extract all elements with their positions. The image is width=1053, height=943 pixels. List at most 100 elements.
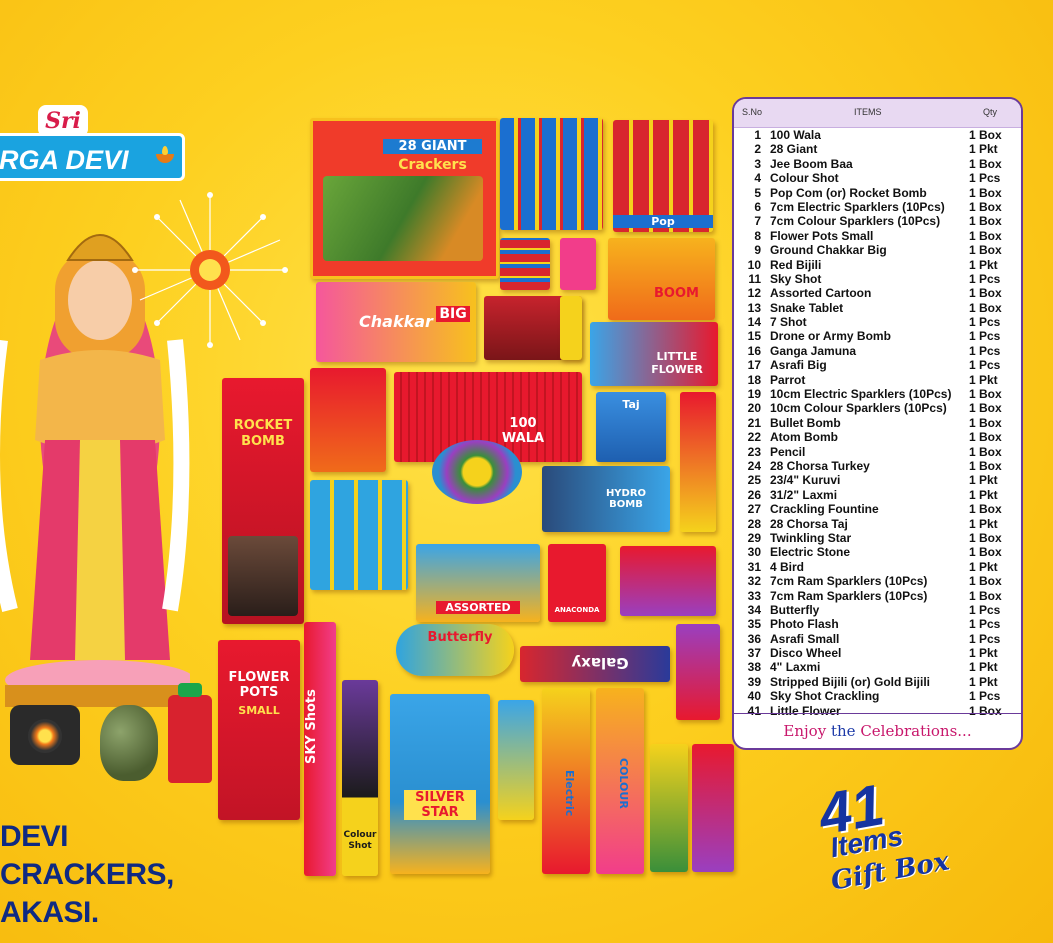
sky-shots-label: SKY Shots (304, 689, 319, 765)
fountain-box (676, 624, 720, 720)
row-item: Crackling Fountine (770, 502, 879, 517)
table-row: 10 Red Bijili 1 Pkt (734, 258, 1021, 272)
row-item: Disco Wheel (770, 646, 842, 661)
brand-badge: Sri RGA DEVI (0, 105, 190, 183)
row-number: 18 (747, 372, 761, 387)
diya-lamp-icon (156, 146, 174, 163)
table-row: 34 Butterfly 1 Pcs (734, 603, 1021, 617)
row-qty: 1 Box (969, 401, 1002, 416)
row-item: Ground Chakkar Big (770, 243, 887, 258)
table-row: 7 7cm Colour Sparklers (10Pcs) 1 Box (734, 214, 1021, 228)
row-qty: 1 Box (969, 574, 1002, 589)
row-item: Asrafi Small (770, 631, 840, 646)
row-qty: 1 Box (969, 444, 1002, 459)
table-row: 26 31/2" Laxmi 1 Pkt (734, 488, 1021, 502)
row-qty: 1 Box (969, 530, 1002, 545)
table-footer: Enjoy the Celebrations... (734, 713, 1021, 748)
row-item: Stripped Bijili (or) Gold Bijili (770, 674, 930, 689)
row-number: 40 (747, 689, 761, 704)
table-row: 21 Bullet Bomb 1 Box (734, 416, 1021, 430)
row-item: 10cm Colour Sparklers (10Pcs) (770, 401, 947, 416)
company-line-1: DEVI CRACKERS, (0, 820, 174, 891)
row-item: 28 Giant (770, 142, 818, 157)
row-item: 7cm Ram Sparklers (10Pcs) (770, 574, 928, 589)
row-qty: 1 Box (969, 458, 1002, 473)
row-item: Atom Bomb (770, 430, 838, 445)
footer-word-celebrations: Celebrations... (860, 722, 972, 740)
tiger-image (323, 176, 483, 261)
row-number: 11 (748, 271, 761, 286)
table-row: 5 Pop Com (or) Rocket Bomb 1 Box (734, 186, 1021, 200)
brand-name: RGA DEVI (0, 133, 185, 181)
row-number: 4 (754, 171, 761, 186)
row-qty: 1 Box (969, 430, 1002, 445)
giant-title: 28 GIANT (383, 139, 482, 154)
row-item: 7cm Ram Sparklers (10Pcs) (770, 588, 928, 603)
bullet-tube (560, 296, 582, 360)
row-qty: 1 Box (969, 243, 1002, 258)
row-number: 16 (747, 343, 761, 358)
pop-pop-pack: Pop (613, 120, 713, 232)
row-item: Photo Flash (770, 617, 839, 632)
table-row: 11 Sky Shot 1 Pcs (734, 272, 1021, 286)
table-row: 32 7cm Ram Sparklers (10Pcs) 1 Box (734, 574, 1021, 588)
table-row: 12 Assorted Cartoon 1 Box (734, 286, 1021, 300)
company-name: DEVI CRACKERS, AKASI. (0, 818, 240, 932)
table-row: 24 28 Chorsa Turkey 1 Box (734, 459, 1021, 473)
row-qty: 1 Pcs (969, 343, 1001, 358)
assorted-label: ASSORTED (436, 601, 520, 614)
row-number: 2 (754, 142, 761, 157)
row-item: Butterfly (770, 602, 820, 617)
row-item: 100 Wala (770, 128, 821, 142)
row-number: 34 (747, 602, 761, 617)
row-number: 20 (747, 401, 761, 416)
row-qty: 1 Pcs (969, 631, 1001, 646)
table-row: 33 7cm Ram Sparklers (10Pcs) 1 Box (734, 589, 1021, 603)
row-number: 27 (747, 502, 761, 517)
bottle-firework (168, 683, 212, 783)
row-item: Snake Tablet (770, 300, 844, 315)
row-number: 23 (747, 444, 761, 459)
brand-name-text: RGA DEVI (0, 145, 129, 175)
table-row: 1 100 Wala 1 Box (734, 128, 1021, 142)
little-flower-label: LITTLE FLOWER (651, 350, 703, 376)
assorted-box: ASSORTED (416, 544, 540, 622)
row-qty: 1 Box (969, 588, 1002, 603)
row-item: Jee Boom Baa (770, 156, 853, 171)
table-row: 16 Ganga Jamuna 1 Pcs (734, 344, 1021, 358)
taj-label: Taj (622, 398, 640, 411)
row-number: 32 (747, 574, 761, 589)
table-row: 37 Disco Wheel 1 Pkt (734, 646, 1021, 660)
row-number: 3 (754, 156, 761, 171)
row-item: Twinkling Star (770, 530, 852, 545)
row-number: 39 (747, 674, 761, 689)
footer-word-enjoy: Enjoy (783, 722, 827, 740)
seven-shot-box (680, 392, 716, 532)
galaxy-label: Galaxy (571, 654, 629, 672)
table-row: 4 Colour Shot 1 Pcs (734, 171, 1021, 185)
row-qty: 1 Box (969, 185, 1002, 200)
boom-label: BOOM (654, 286, 699, 301)
row-qty: 1 Pkt (969, 473, 998, 488)
electric-box: Electric (542, 688, 590, 874)
flower-pots-small-label: SMALL (238, 704, 280, 717)
row-number: 33 (747, 588, 761, 603)
chakkar-label: Chakkar (359, 312, 433, 331)
row-qty: 1 Pkt (969, 142, 998, 157)
anaconda-box: ANACONDA (548, 544, 606, 622)
company-line-2: AKASI. (0, 896, 99, 929)
colour-shot-label: Colour Shot (343, 830, 377, 851)
rocket-bomb-label: ROCKET BOMB (233, 418, 293, 449)
row-item: 28 Chorsa Taj (770, 516, 848, 531)
row-number: 29 (747, 530, 761, 545)
header-items: ITEMS (854, 107, 882, 117)
angry-birds-box (310, 368, 386, 472)
table-row: 17 Asrafi Big 1 Pcs (734, 358, 1021, 372)
table-row: 31 4 Bird 1 Pkt (734, 560, 1021, 574)
table-row: 19 10cm Electric Sparklers (10Pcs) 1 Box (734, 387, 1021, 401)
row-number: 21 (747, 415, 761, 430)
colour-shot-tube: Colour Shot (342, 680, 378, 876)
table-row: 25 23/4" Kuruvi 1 Pkt (734, 473, 1021, 487)
camera-firework (10, 705, 80, 765)
row-item: Sky Shot Crackling (770, 689, 880, 704)
